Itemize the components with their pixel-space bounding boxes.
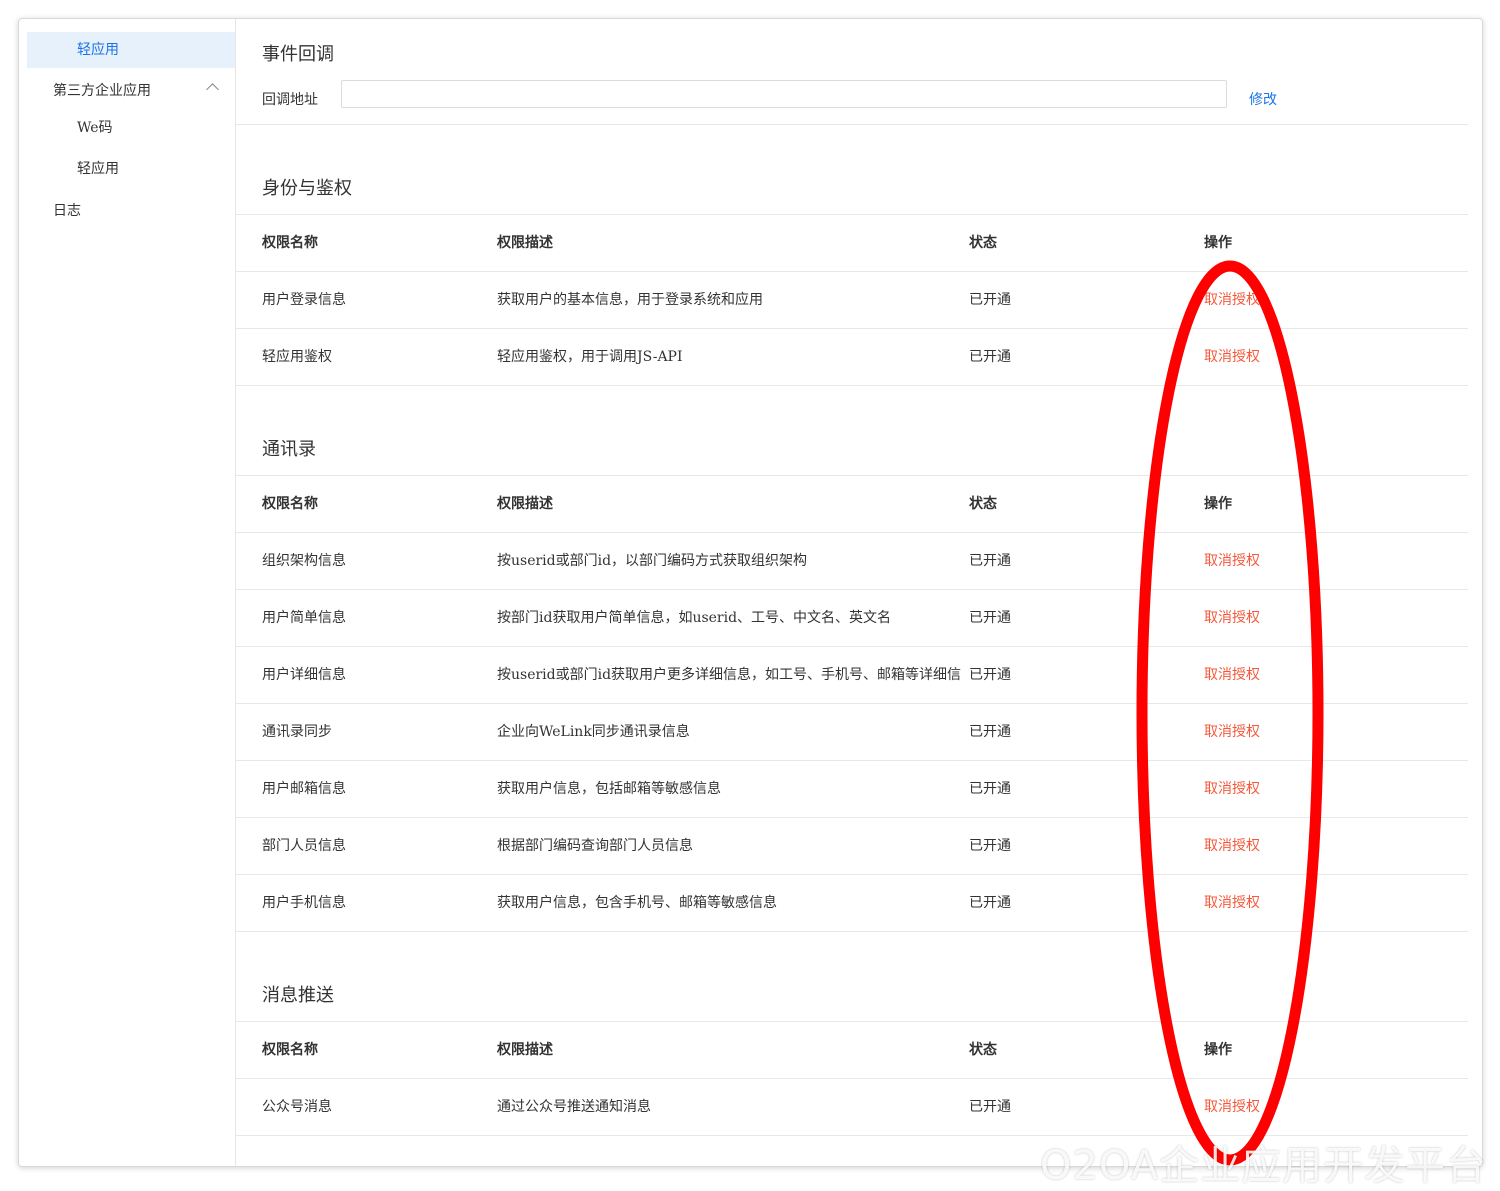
sidebar-group-third-party[interactable]: 第三方企业应用 [53, 73, 235, 109]
permission-status: 已开通 [969, 610, 1011, 626]
header-name: 权限名称 [262, 235, 318, 251]
permission-name: 用户详细信息 [262, 667, 346, 683]
header-status: 状态 [969, 235, 997, 251]
permission-name: 公众号消息 [262, 1099, 332, 1115]
table-row: 用户邮箱信息 获取用户信息，包括邮箱等敏感信息 已开通 取消授权 [236, 761, 1468, 818]
permission-name: 轻应用鉴权 [262, 349, 332, 365]
permission-name: 用户手机信息 [262, 895, 346, 911]
revoke-button[interactable]: 取消授权 [1204, 704, 1260, 760]
permission-status: 已开通 [969, 838, 1011, 854]
header-status: 状态 [969, 1042, 997, 1058]
header-action: 操作 [1204, 496, 1232, 512]
revoke-button[interactable]: 取消授权 [1204, 533, 1260, 589]
revoke-button[interactable]: 取消授权 [1204, 875, 1260, 931]
permission-status: 已开通 [969, 724, 1011, 740]
permission-status: 已开通 [969, 553, 1011, 569]
permission-desc: 按部门id获取用户简单信息，如userid、工号、中文名、英文名 [497, 610, 892, 626]
callback-url-input[interactable] [341, 80, 1227, 108]
section-title-push: 消息推送 [262, 985, 334, 1006]
header-action: 操作 [1204, 1042, 1232, 1058]
permission-status: 已开通 [969, 1099, 1011, 1115]
header-status: 状态 [969, 496, 997, 512]
callback-url-label: 回调地址 [262, 92, 318, 108]
revoke-button[interactable]: 取消授权 [1204, 647, 1260, 703]
table-row: 用户手机信息 获取用户信息，包含手机号、邮箱等敏感信息 已开通 取消授权 [236, 875, 1468, 932]
permission-name: 组织架构信息 [262, 553, 346, 569]
callback-title: 事件回调 [262, 44, 334, 65]
permission-desc: 轻应用鉴权，用于调用JS-API [497, 349, 683, 365]
revoke-button[interactable]: 取消授权 [1204, 329, 1260, 385]
header-desc: 权限描述 [497, 496, 553, 512]
permission-status: 已开通 [969, 667, 1011, 683]
table-row: 用户登录信息 获取用户的基本信息，用于登录系统和应用 已开通 取消授权 [236, 272, 1468, 329]
header-desc: 权限描述 [497, 235, 553, 251]
revoke-button[interactable]: 取消授权 [1204, 818, 1260, 874]
section-title-contacts: 通讯录 [262, 439, 316, 460]
table-row: 通讯录同步 企业向WeLink同步通讯录信息 已开通 取消授权 [236, 704, 1468, 761]
sidebar-item-label: We码 [77, 120, 113, 136]
table-row: 轻应用鉴权 轻应用鉴权，用于调用JS-API 已开通 取消授权 [236, 329, 1468, 386]
table-header: 权限名称 权限描述 状态 操作 [236, 1022, 1468, 1079]
header-name: 权限名称 [262, 496, 318, 512]
sidebar-item-we-code[interactable]: We码 [77, 110, 113, 146]
table-row: 组织架构信息 按userid或部门id，以部门编码方式获取组织架构 已开通 取消… [236, 533, 1468, 590]
permission-status: 已开通 [969, 349, 1011, 365]
chevron-up-icon[interactable] [206, 83, 219, 96]
revoke-button[interactable]: 取消授权 [1204, 590, 1260, 646]
sidebar-item-logs[interactable]: 日志 [53, 193, 81, 229]
permission-name: 用户登录信息 [262, 292, 346, 308]
permission-name: 通讯录同步 [262, 724, 332, 740]
revoke-button[interactable]: 取消授权 [1204, 272, 1260, 328]
main-content: 事件回调 回调地址 修改 身份与鉴权 权限名称 权限描述 状态 操作 用户登录信… [236, 19, 1468, 1166]
revoke-button[interactable]: 取消授权 [1204, 761, 1260, 817]
sidebar: 轻应用 第三方企业应用 We码 轻应用 日志 [27, 19, 236, 1166]
table-row: 公众号消息 通过公众号推送通知消息 已开通 取消授权 [236, 1079, 1468, 1136]
permission-name: 部门人员信息 [262, 838, 346, 854]
permission-status: 已开通 [969, 292, 1011, 308]
app-window: 轻应用 第三方企业应用 We码 轻应用 日志 事件回调 回调地址 修改 身份与鉴… [18, 18, 1483, 1167]
divider [236, 124, 1468, 125]
permission-desc: 获取用户信息，包括邮箱等敏感信息 [497, 781, 721, 797]
permission-status: 已开通 [969, 781, 1011, 797]
table-row: 部门人员信息 根据部门编码查询部门人员信息 已开通 取消授权 [236, 818, 1468, 875]
table-row: 用户简单信息 按部门id获取用户简单信息，如userid、工号、中文名、英文名 … [236, 590, 1468, 647]
permission-desc: 按userid或部门id获取用户更多详细信息，如工号、手机号、邮箱等详细信 [497, 667, 962, 683]
sidebar-item-label: 第三方企业应用 [53, 83, 151, 99]
header-action: 操作 [1204, 235, 1232, 251]
permission-status: 已开通 [969, 895, 1011, 911]
permission-desc: 根据部门编码查询部门人员信息 [497, 838, 693, 854]
permission-name: 用户简单信息 [262, 610, 346, 626]
sidebar-item-label: 轻应用 [77, 161, 119, 177]
sidebar-item-label: 日志 [53, 203, 81, 219]
permission-desc: 获取用户信息，包含手机号、邮箱等敏感信息 [497, 895, 777, 911]
header-name: 权限名称 [262, 1042, 318, 1058]
table-row: 用户详细信息 按userid或部门id获取用户更多详细信息，如工号、手机号、邮箱… [236, 647, 1468, 704]
sidebar-item-light-app[interactable]: 轻应用 [77, 151, 119, 187]
permission-desc: 获取用户的基本信息，用于登录系统和应用 [497, 292, 763, 308]
permission-name: 用户邮箱信息 [262, 781, 346, 797]
table-header: 权限名称 权限描述 状态 操作 [236, 215, 1468, 272]
table-header: 权限名称 权限描述 状态 操作 [236, 476, 1468, 533]
sidebar-item-label: 轻应用 [77, 42, 119, 58]
section-title-auth: 身份与鉴权 [262, 178, 352, 199]
watermark: O2OA企业应用开发平台 [1040, 1143, 1488, 1189]
sidebar-item-light-app-active[interactable]: 轻应用 [27, 32, 235, 68]
revoke-button[interactable]: 取消授权 [1204, 1079, 1260, 1135]
permission-desc: 通过公众号推送通知消息 [497, 1099, 651, 1115]
permission-desc: 企业向WeLink同步通讯录信息 [497, 724, 690, 740]
edit-callback-link[interactable]: 修改 [1249, 89, 1277, 109]
permission-desc: 按userid或部门id，以部门编码方式获取组织架构 [497, 553, 808, 569]
header-desc: 权限描述 [497, 1042, 553, 1058]
